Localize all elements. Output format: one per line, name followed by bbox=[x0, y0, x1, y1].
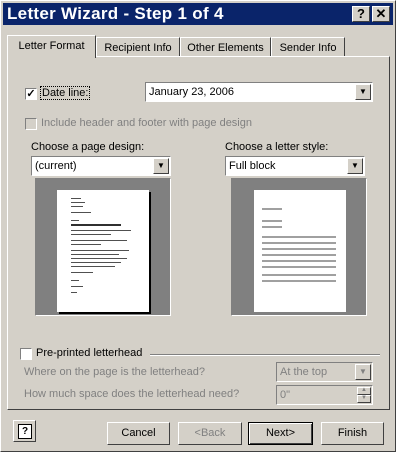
page-design-thumbnail bbox=[57, 190, 149, 312]
letter-wizard-dialog: Letter Wizard - Step 1 of 4 ? ✕ Letter F… bbox=[0, 0, 396, 452]
letter-style-label: Choose a letter style: bbox=[225, 141, 329, 153]
back-button[interactable]: <Back bbox=[178, 422, 242, 445]
letter-format-panel: ✓ Date line: January 23, 2006 ▼ Include … bbox=[7, 56, 390, 410]
letterhead-where-label: Where on the page is the letterhead? bbox=[24, 366, 206, 378]
header-footer-checkbox[interactable] bbox=[25, 118, 37, 130]
letterhead-space-spinner[interactable]: 0" ▲ ▼ bbox=[276, 385, 373, 405]
spinner-arrows[interactable]: ▲ ▼ bbox=[357, 387, 371, 403]
letterhead-where-value: At the top bbox=[280, 366, 328, 378]
chevron-down-icon[interactable]: ▼ bbox=[153, 158, 169, 174]
letter-style-value: Full block bbox=[229, 160, 276, 172]
tab-recipient-info[interactable]: Recipient Info bbox=[96, 37, 180, 57]
spin-up-icon[interactable]: ▲ bbox=[357, 387, 371, 395]
page-design-value: (current) bbox=[35, 160, 77, 172]
tab-other-elements[interactable]: Other Elements bbox=[180, 37, 271, 57]
letter-style-preview bbox=[231, 178, 367, 316]
chevron-down-icon[interactable]: ▼ bbox=[355, 84, 371, 100]
letterhead-separator bbox=[150, 354, 380, 356]
tab-letter-format[interactable]: Letter Format bbox=[7, 35, 96, 58]
chevron-down-icon[interactable]: ▼ bbox=[355, 364, 371, 380]
letter-style-thumbnail bbox=[254, 190, 346, 312]
page-design-dropdown[interactable]: (current) ▼ bbox=[31, 156, 171, 176]
date-format-dropdown[interactable]: January 23, 2006 ▼ bbox=[145, 82, 373, 102]
page-design-preview bbox=[35, 178, 171, 316]
header-footer-label: Include header and footer with page desi… bbox=[41, 117, 252, 129]
close-icon[interactable]: ✕ bbox=[372, 6, 390, 22]
help-title-button[interactable]: ? bbox=[352, 6, 370, 22]
tab-bar: Letter Format Recipient Info Other Eleme… bbox=[7, 35, 391, 58]
window-title: Letter Wizard - Step 1 of 4 bbox=[7, 4, 224, 23]
letterhead-label: Pre-printed letterhead bbox=[36, 347, 143, 359]
letterhead-checkbox[interactable] bbox=[20, 348, 32, 360]
help-icon: ? bbox=[18, 424, 32, 439]
letterhead-space-value: 0" bbox=[280, 389, 291, 401]
spin-down-icon[interactable]: ▼ bbox=[357, 395, 371, 403]
date-value: January 23, 2006 bbox=[149, 86, 235, 98]
next-button[interactable]: Next> bbox=[248, 422, 313, 445]
letterhead-space-label: How much space does the letterhead need? bbox=[24, 388, 240, 400]
page-design-label: Choose a page design: bbox=[31, 141, 145, 153]
title-bar: Letter Wizard - Step 1 of 4 ? ✕ bbox=[3, 3, 393, 25]
letterhead-where-dropdown[interactable]: At the top ▼ bbox=[276, 362, 373, 382]
date-line-checkbox[interactable]: ✓ bbox=[25, 88, 37, 100]
chevron-down-icon[interactable]: ▼ bbox=[347, 158, 363, 174]
cancel-button[interactable]: Cancel bbox=[107, 422, 170, 445]
letter-style-dropdown[interactable]: Full block ▼ bbox=[225, 156, 365, 176]
finish-button[interactable]: Finish bbox=[321, 422, 384, 445]
date-line-label: Date line: bbox=[39, 86, 91, 100]
help-button[interactable]: ? bbox=[13, 420, 36, 442]
tab-sender-info[interactable]: Sender Info bbox=[271, 37, 345, 57]
